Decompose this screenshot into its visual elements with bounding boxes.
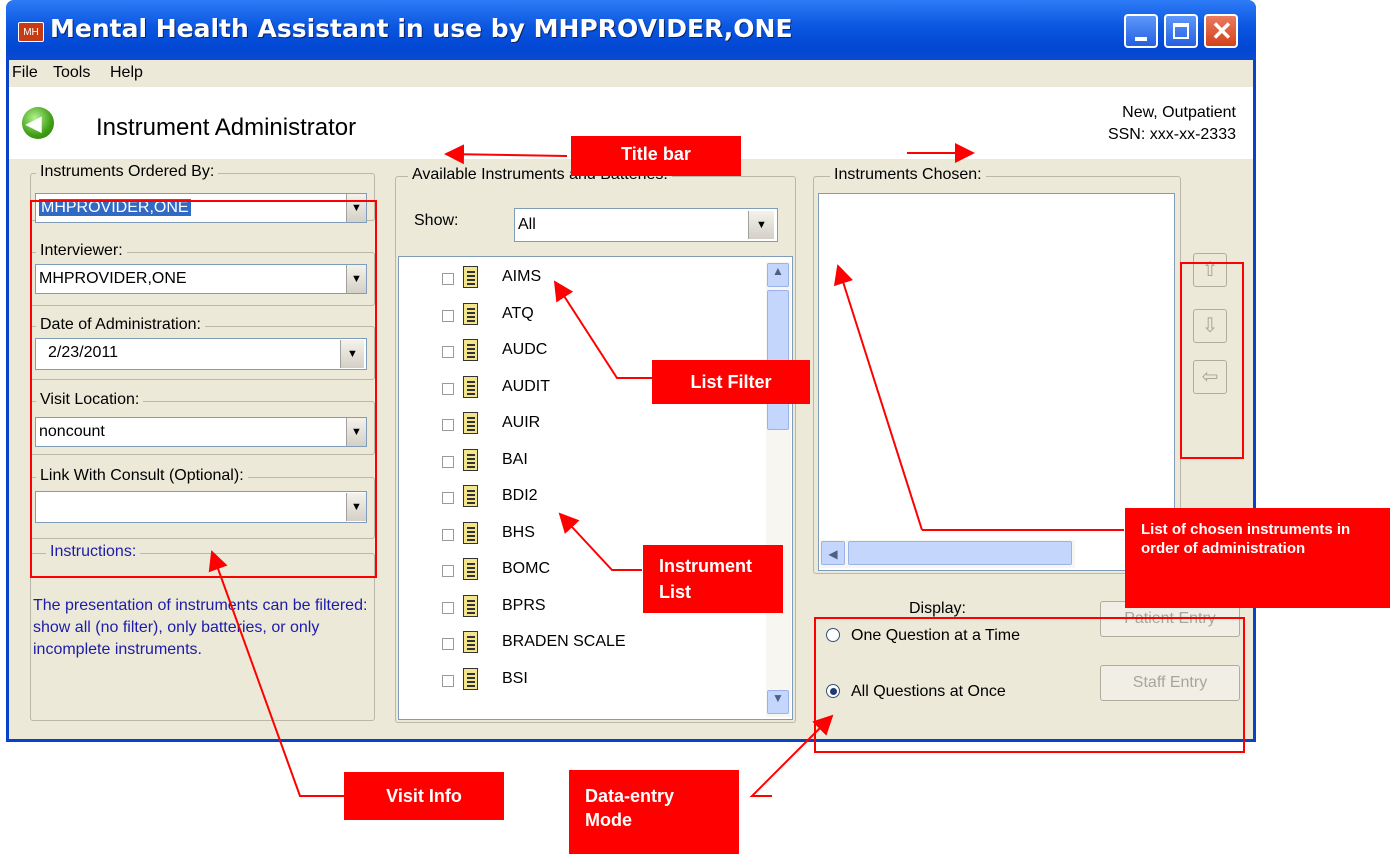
- callout-arrows: [208, 143, 1124, 797]
- callout-title-bar: Title bar: [571, 136, 741, 176]
- callout-list-filter: List Filter: [652, 360, 810, 404]
- callout-chosen-list: List of chosen instruments in order of a…: [1125, 508, 1390, 608]
- callout-instrument-list: Instrument List: [643, 545, 783, 613]
- callout-data-entry-mode: Data-entry Mode: [569, 770, 739, 854]
- callout-visit-info: Visit Info: [344, 772, 504, 820]
